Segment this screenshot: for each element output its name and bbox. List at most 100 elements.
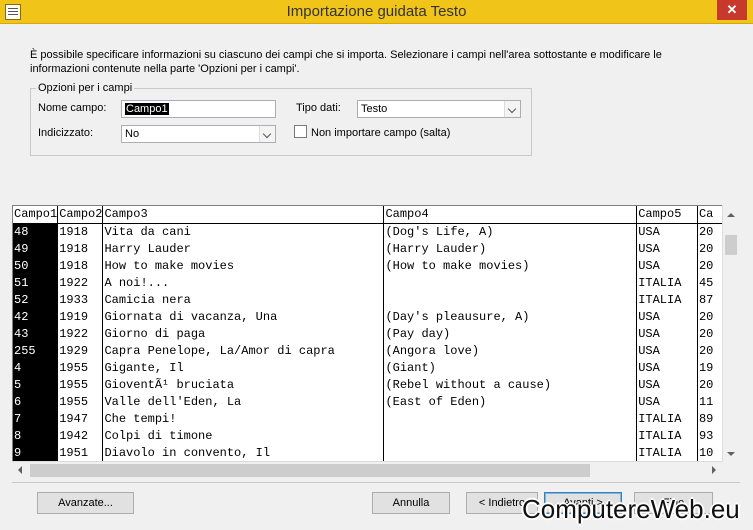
- table-cell: 1918: [57, 257, 104, 274]
- table-cell: GioventÃ¹ bruciata: [102, 376, 385, 393]
- table-row[interactable]: 7 1947 Che tempi! ITALIA 89: [13, 410, 735, 427]
- table-cell: 6: [13, 393, 59, 410]
- table-cell: [383, 291, 638, 308]
- table-row[interactable]: 9 1951 Diavolo in convento, Il ITALIA 10: [13, 444, 735, 461]
- window-title: Importazione guidata Testo: [286, 3, 467, 20]
- table-cell: 1919: [57, 308, 104, 325]
- table-cell: 4: [13, 359, 59, 376]
- table-row[interactable]: 43 1922 Giorno di paga (Pay day) USA 20: [13, 325, 735, 342]
- table-cell: 42: [13, 308, 59, 325]
- instructions-text: È possibile specificare informazioni su …: [30, 49, 662, 75]
- indexed-select[interactable]: No: [121, 125, 276, 143]
- table-cell: 50: [13, 257, 59, 274]
- table-cell: (Harry Lauder): [383, 240, 638, 257]
- table-cell: USA: [636, 240, 698, 257]
- field-name-value: Campo1: [125, 103, 169, 115]
- table-cell: ITALIA: [636, 291, 698, 308]
- horizontal-scrollbar[interactable]: [12, 461, 722, 478]
- column-header[interactable]: Campo5: [636, 206, 698, 224]
- table-cell: 1929: [57, 342, 104, 359]
- table-cell: [383, 274, 638, 291]
- table-cell: ITALIA: [636, 410, 698, 427]
- table-cell: Gigante, Il: [102, 359, 385, 376]
- table-cell: 48: [13, 223, 59, 240]
- table-cell: ITALIA: [636, 444, 698, 461]
- table-cell: 1918: [57, 223, 104, 240]
- table-cell: USA: [636, 359, 698, 376]
- column-header[interactable]: Campo2: [57, 206, 104, 224]
- table-cell: USA: [636, 308, 698, 325]
- skip-field-checkbox[interactable]: [294, 125, 307, 138]
- table-cell: (How to make movies): [383, 257, 638, 274]
- table-cell: Giornata di vacanza, Una: [102, 308, 385, 325]
- indexed-label: Indicizzato:: [38, 127, 94, 139]
- table-cell: [383, 410, 638, 427]
- table-cell: USA: [636, 223, 698, 240]
- field-name-label: Nome campo:: [38, 102, 107, 114]
- table-cell: 1918: [57, 240, 104, 257]
- table-cell: How to make movies: [102, 257, 385, 274]
- scroll-left-icon[interactable]: [18, 466, 22, 474]
- watermark: ComputereWeb.eu: [522, 494, 740, 524]
- chevron-down-icon[interactable]: [504, 101, 520, 117]
- table-cell: (Giant): [383, 359, 638, 376]
- table-cell: Colpi di timone: [102, 427, 385, 444]
- table-cell: (East of Eden): [383, 393, 638, 410]
- column-header[interactable]: Campo4: [383, 206, 638, 224]
- table-cell: 1955: [57, 393, 104, 410]
- table-cell: 51: [13, 274, 59, 291]
- title-bar: Importazione guidata Testo ✕: [0, 0, 753, 24]
- scroll-up-icon[interactable]: [727, 213, 735, 217]
- table-row[interactable]: 50 1918 How to make movies (How to make mov…: [13, 257, 735, 274]
- vertical-scrollbar[interactable]: [722, 205, 738, 462]
- header-row: Campo1 Campo2 Campo3 Campo4 Campo5 Ca: [13, 206, 735, 224]
- indexed-value: No: [125, 128, 140, 140]
- table-cell: 1933: [57, 291, 104, 308]
- chevron-down-icon[interactable]: [259, 126, 275, 142]
- table-cell: 1942: [57, 427, 104, 444]
- table-row[interactable]: 51 1922 A noi!... ITALIA 45: [13, 274, 735, 291]
- table-row[interactable]: 4 1955 Gigante, Il (Giant) USA 19: [13, 359, 735, 376]
- table-cell: Vita da cani: [102, 223, 385, 240]
- table-cell: USA: [636, 393, 698, 410]
- cancel-button[interactable]: Annulla: [372, 492, 450, 514]
- table-row[interactable]: 8 1942 Colpi di timone ITALIA 93: [13, 427, 735, 444]
- table-cell: Giorno di paga: [102, 325, 385, 342]
- scroll-right-icon[interactable]: [712, 466, 716, 474]
- advanced-button[interactable]: Avanzate...: [37, 492, 134, 514]
- table-row[interactable]: 52 1933 Camicia nera ITALIA 87: [13, 291, 735, 308]
- table-cell: (Pay day): [383, 325, 638, 342]
- field-name-input[interactable]: Campo1: [121, 100, 276, 118]
- data-preview-grid[interactable]: Campo1 Campo2 Campo3 Campo4 Campo5 Ca 48…: [12, 205, 736, 462]
- table-row[interactable]: 49 1918 Harry Lauder (Harry Lauder) USA 20: [13, 240, 735, 257]
- field-options-legend: Opzioni per i campi: [36, 82, 135, 94]
- table-row[interactable]: 255 1929 Capra Penelope, La/Amor di capra(…: [13, 342, 735, 359]
- data-type-select[interactable]: Testo: [357, 100, 521, 118]
- data-type-label: Tipo dati:: [296, 102, 341, 114]
- table-cell: USA: [636, 325, 698, 342]
- table-cell: 1955: [57, 359, 104, 376]
- table-cell: [383, 444, 638, 461]
- table-cell: 1922: [57, 325, 104, 342]
- table-cell: 52: [13, 291, 59, 308]
- table-row[interactable]: 48 1918 Vita da cani (Dog's Life, A) USA 20: [13, 223, 735, 240]
- table-cell: 8: [13, 427, 59, 444]
- vertical-scroll-thumb[interactable]: [725, 235, 737, 255]
- table-cell: 43: [13, 325, 59, 342]
- table-row[interactable]: 42 1919 Giornata di vacanza, Una (Day's ple…: [13, 308, 735, 325]
- table-cell: (Day's pleausure, A): [383, 308, 638, 325]
- table-cell: 1955: [57, 376, 104, 393]
- table-cell: 5: [13, 376, 59, 393]
- table-cell: Valle dell'Eden, La: [102, 393, 385, 410]
- column-header[interactable]: Campo1: [13, 206, 59, 224]
- skip-field-label[interactable]: Non importare campo (salta): [311, 127, 450, 139]
- table-row[interactable]: 5 1955 GioventÃ¹ bruciata (Rebel without a …: [13, 376, 735, 393]
- close-button[interactable]: ✕: [717, 0, 747, 20]
- table-row[interactable]: 6 1955 Valle dell'Eden, La (East of Eden) US…: [13, 393, 735, 410]
- column-header[interactable]: Campo3: [102, 206, 385, 224]
- scroll-down-icon[interactable]: [727, 452, 735, 456]
- table-cell: A noi!...: [102, 274, 385, 291]
- horizontal-scroll-thumb[interactable]: [30, 464, 590, 477]
- table-cell: USA: [636, 257, 698, 274]
- table-cell: Che tempi!: [102, 410, 385, 427]
